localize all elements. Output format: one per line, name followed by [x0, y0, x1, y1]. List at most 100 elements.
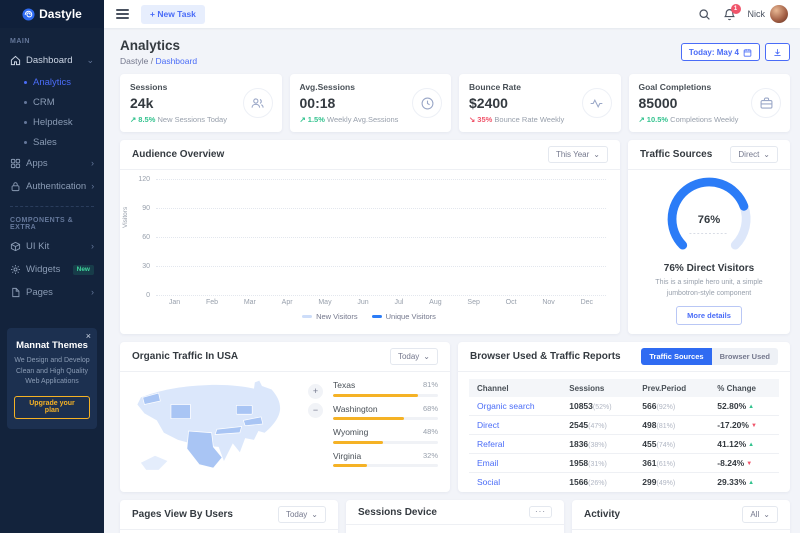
column-header: Prev.Period: [634, 379, 709, 397]
user-menu[interactable]: Nick: [748, 5, 789, 23]
sidebar-item-authentication[interactable]: Authentication ›: [0, 175, 104, 198]
download-button[interactable]: [765, 43, 790, 61]
x-tick-label: Jul: [394, 299, 403, 306]
state-row: Washington68%: [333, 404, 438, 421]
table-body: Organic search10853(52%)566(92%)52.80%▲D…: [469, 397, 779, 491]
state-percent: 32%: [423, 451, 438, 461]
calendar-icon: [743, 48, 752, 57]
card-title: Sessions Device: [358, 507, 437, 518]
x-tick-label: Nov: [542, 299, 554, 306]
more-details-button[interactable]: More details: [676, 306, 742, 325]
gauge-value: 76%: [698, 214, 720, 226]
column-header: Channel: [469, 379, 561, 397]
triangle-down-icon: ▼: [746, 461, 752, 467]
nav-section-components: COMPONENTS & EXTRA: [0, 207, 104, 235]
user-name: Nick: [748, 9, 766, 19]
channel-link[interactable]: Direct: [477, 420, 499, 430]
table-row: Social1566(26%)299(49%)29.33%▲: [469, 473, 779, 492]
card-title: Audience Overview: [132, 149, 224, 160]
x-tick-label: Mar: [244, 299, 256, 306]
state-percent: 81%: [423, 380, 438, 390]
notifications-bell-icon[interactable]: 1: [723, 8, 736, 21]
x-tick-label: Aug: [429, 299, 441, 306]
chevron-right-icon: ›: [91, 242, 94, 251]
sidebar-item-helpdesk[interactable]: Helpdesk: [0, 112, 104, 132]
activity-filter-dropdown[interactable]: All⌄: [742, 506, 778, 523]
briefcase-icon: [751, 88, 781, 118]
state-name: Washington: [333, 404, 378, 414]
card-title: Pages View By Users: [132, 509, 233, 520]
state-name: Wyoming: [333, 427, 368, 437]
report-toggle-group: Traffic Sources Browser Used: [641, 348, 778, 365]
page-content: Analytics Dastyle / Dashboard Today: May…: [104, 28, 800, 533]
file-icon: [10, 287, 21, 298]
sidebar-item-sales[interactable]: Sales: [0, 132, 104, 152]
promo-text: We Design and Develop Clean and High Qua…: [14, 356, 90, 388]
bullet-icon: [24, 141, 27, 144]
bullet-icon: [24, 81, 27, 84]
upgrade-plan-button[interactable]: Upgrade your plan: [14, 396, 90, 419]
nav-section-main: MAIN: [0, 28, 104, 49]
x-tick-label: Apr: [282, 299, 293, 306]
toggle-traffic-sources[interactable]: Traffic Sources: [641, 348, 711, 365]
brand-logo[interactable]: Dastyle: [0, 0, 104, 28]
breadcrumb-current[interactable]: Dashboard: [155, 56, 197, 66]
channel-link[interactable]: Referal: [477, 439, 504, 449]
audience-overview-card: Audience Overview This Year⌄ Visitors 03…: [120, 140, 620, 334]
stat-card-goal-completions: Goal Completions 85000 ↗10.5% Completion…: [629, 74, 791, 132]
sidebar-item-dashboard[interactable]: Dashboard ⌄: [0, 49, 104, 72]
channel-link[interactable]: Social: [477, 477, 500, 487]
trend-up-icon: ↗: [300, 115, 306, 124]
sidebar-item-widgets[interactable]: Widgets New: [0, 258, 104, 281]
audience-chart: Visitors 0306090120 JanFebMarAprMayJunJu…: [120, 170, 620, 321]
state-bar: [333, 394, 438, 397]
channel-link[interactable]: Email: [477, 458, 498, 468]
lock-icon: [10, 181, 21, 192]
triangle-up-icon: ▲: [748, 442, 754, 448]
map-zoom-in-button[interactable]: +: [308, 384, 323, 399]
new-task-button[interactable]: + New Task: [141, 5, 205, 24]
sidebar-item-analytics[interactable]: Analytics: [0, 72, 104, 92]
pages-view-dropdown[interactable]: Today⌄: [278, 506, 326, 523]
usa-map[interactable]: [130, 378, 302, 484]
toggle-browser-used[interactable]: Browser Used: [712, 348, 778, 365]
clock-icon: [412, 88, 442, 118]
triangle-up-icon: ▲: [748, 480, 754, 486]
map-zoom-out-button[interactable]: −: [308, 403, 323, 418]
organic-period-dropdown[interactable]: Today⌄: [390, 348, 438, 365]
app-root: Dastyle MAIN Dashboard ⌄ Analytics CRM H…: [0, 0, 800, 533]
sidebar-item-uikit[interactable]: UI Kit ›: [0, 235, 104, 258]
hamburger-menu-icon[interactable]: [116, 9, 129, 19]
close-icon[interactable]: ×: [86, 332, 91, 341]
traffic-source-dropdown[interactable]: Direct⌄: [730, 146, 778, 163]
chevron-down-icon: ⌄: [311, 510, 318, 519]
x-tick-label: Jun: [357, 299, 368, 306]
legend-item: Unique Visitors: [372, 312, 436, 321]
organic-traffic-card: Organic Traffic In USA Today⌄: [120, 342, 450, 492]
notification-count-badge: 1: [731, 4, 741, 14]
audience-period-dropdown[interactable]: This Year⌄: [548, 146, 608, 163]
x-tick-label: Feb: [206, 299, 218, 306]
topbar: + New Task 1 Nick: [104, 0, 800, 28]
breadcrumb: Dastyle / Dashboard: [120, 56, 197, 66]
chart-legend: New VisitorsUnique Visitors: [132, 312, 606, 321]
sidebar-item-label: Dashboard: [26, 55, 72, 66]
chevron-down-icon: ⌄: [86, 56, 94, 65]
search-icon[interactable]: [698, 8, 711, 21]
sidebar-item-crm[interactable]: CRM: [0, 92, 104, 112]
sidebar: Dastyle MAIN Dashboard ⌄ Analytics CRM H…: [0, 0, 104, 533]
more-options-icon[interactable]: ···: [529, 506, 552, 518]
sidebar-item-apps[interactable]: Apps ›: [0, 152, 104, 175]
channel-link[interactable]: Organic search: [477, 401, 535, 411]
table-header-row: ChannelSessionsPrev.Period% Change: [469, 379, 779, 397]
date-range-button[interactable]: Today: May 4: [681, 43, 760, 61]
activity-card: Activity All⌄ Donald updated the status …: [572, 500, 790, 533]
sidebar-item-pages[interactable]: Pages ›: [0, 281, 104, 304]
state-bar: [333, 417, 438, 420]
pages-view-card: Pages View By Users Today⌄ Dastyle - Adm…: [120, 500, 338, 533]
home-icon: [10, 55, 21, 66]
brand-name: Dastyle: [39, 7, 82, 21]
gauge-heading: 76% Direct Visitors: [636, 263, 782, 274]
card-title: Organic Traffic In USA: [132, 351, 238, 362]
card-title: Activity: [584, 509, 620, 520]
